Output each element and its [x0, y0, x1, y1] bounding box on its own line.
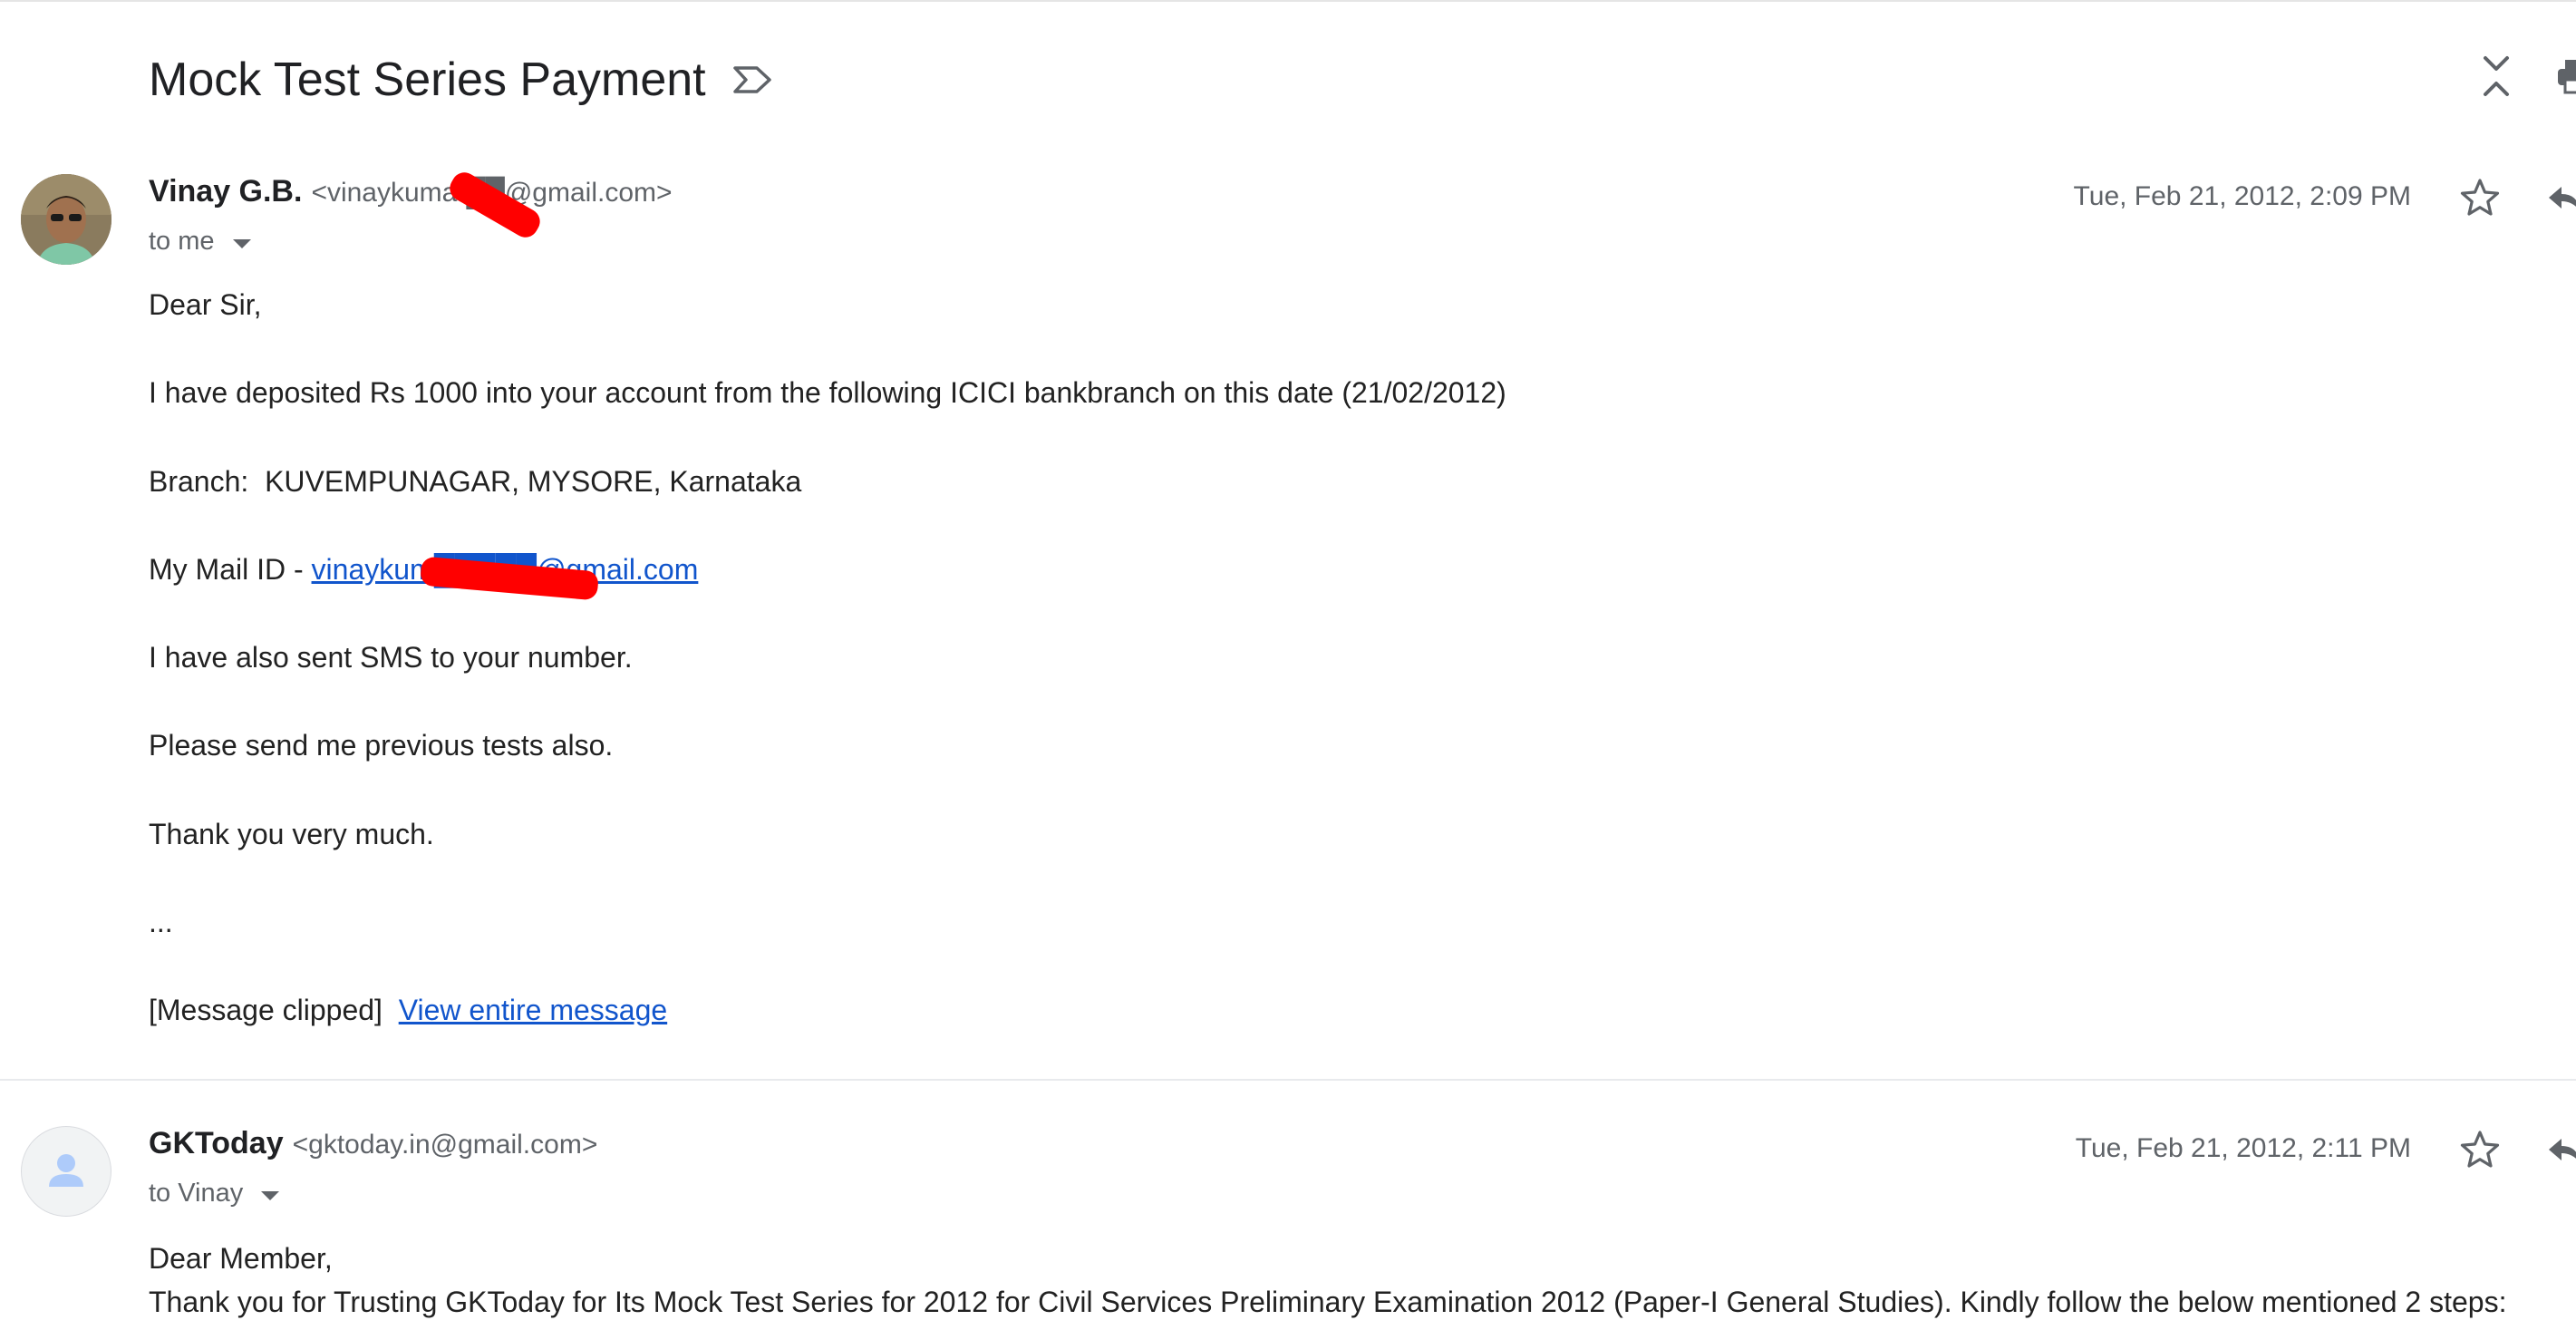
- caret-down-icon[interactable]: [261, 1190, 280, 1200]
- email-subject: Mock Test Series Payment: [149, 53, 706, 106]
- sender-name[interactable]: Vinay G.B.: [149, 174, 302, 209]
- message-clipped-label: [Message clipped]: [149, 994, 383, 1027]
- message-date: Tue, Feb 21, 2012, 2:11 PM: [2075, 1133, 2411, 1163]
- message-body: Dear Sir, I have deposited Rs 1000 into …: [149, 285, 2505, 1079]
- print-icon[interactable]: [2556, 56, 2576, 96]
- sender-line: Vinay G.B. <vinaykumar██@gmail.com>: [149, 174, 673, 219]
- star-icon[interactable]: [2458, 176, 2502, 219]
- person-icon: [49, 1154, 83, 1187]
- caret-down-icon[interactable]: [232, 238, 251, 248]
- star-icon[interactable]: [2458, 1128, 2502, 1171]
- sender-line: GKToday <gktoday.in@gmail.com>: [149, 1126, 597, 1171]
- sender-avatar[interactable]: [21, 1126, 111, 1217]
- avatar-photo: [21, 174, 111, 265]
- message-divider: [0, 1079, 2576, 1081]
- view-entire-message-link[interactable]: View entire message: [399, 994, 667, 1026]
- message-body: Dear Member, Thank you for Trusting GKTo…: [149, 1237, 2560, 1324]
- body-line: Dear Sir,: [149, 288, 262, 321]
- body-line: I have also sent SMS to your number.: [149, 641, 633, 675]
- mail-id-prefix: My Mail ID -: [149, 552, 312, 586]
- body-line: Thank you very much.: [149, 817, 434, 850]
- recipient-details-toggle[interactable]: to me: [149, 227, 251, 257]
- reply-icon[interactable]: [2543, 1131, 2576, 1168]
- label-icon[interactable]: [731, 64, 773, 95]
- recipient-label: to me: [149, 227, 215, 256]
- body-line: Branch: KUVEMPUNAGAR, MYSORE, Karnataka: [149, 464, 802, 498]
- top-border: [0, 0, 2576, 2]
- body-ellipsis: ...: [149, 906, 173, 939]
- subject-row: Mock Test Series Payment: [149, 47, 773, 112]
- reply-icon[interactable]: [2543, 180, 2576, 216]
- recipient-details-toggle[interactable]: to Vinay: [149, 1179, 280, 1209]
- body-line: Dear Member,: [149, 1242, 333, 1275]
- body-line: Thank you for Trusting GKToday for Its M…: [149, 1286, 2507, 1318]
- sender-avatar[interactable]: [21, 174, 111, 265]
- body-line: Please send me previous tests also.: [149, 729, 614, 762]
- sender-name[interactable]: GKToday: [149, 1126, 284, 1161]
- message-date: Tue, Feb 21, 2012, 2:09 PM: [2073, 181, 2411, 211]
- sender-email: <gktoday.in@gmail.com>: [292, 1130, 598, 1160]
- clipped-line: [Message clipped] View entire message: [149, 990, 2505, 1078]
- collapse-all-icon[interactable]: [2478, 53, 2514, 100]
- body-line: I have deposited Rs 1000 into your accou…: [149, 376, 1506, 410]
- recipient-label: to Vinay: [149, 1179, 244, 1208]
